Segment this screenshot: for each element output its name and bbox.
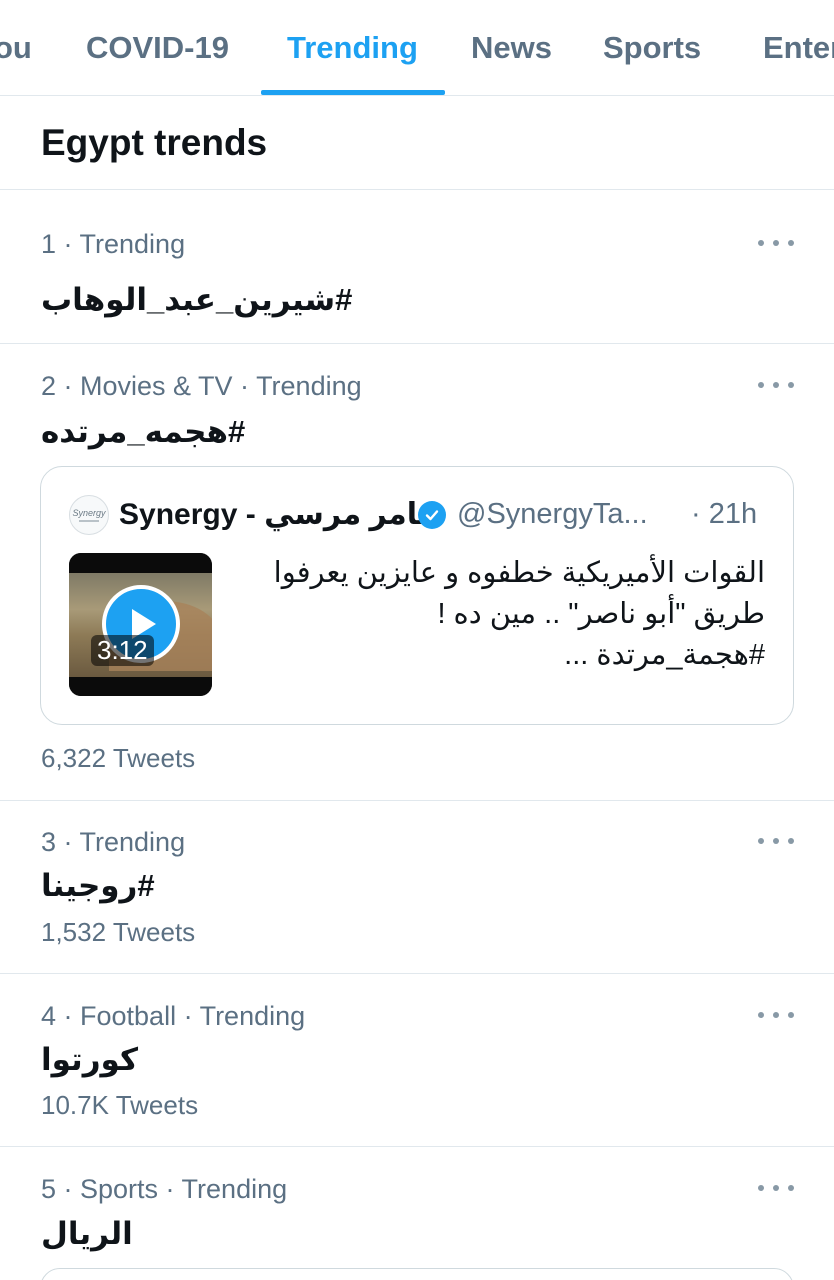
thumbnail-letterbox-bottom	[69, 677, 212, 696]
divider	[0, 1146, 834, 1147]
tweet-text-line: طريق "أبو ناصر" .. مين ده !	[437, 598, 765, 630]
video-duration: 3:12	[91, 635, 154, 666]
divider	[0, 973, 834, 974]
trend-meta: 5 · Sports · Trending	[41, 1174, 288, 1204]
tab-sports[interactable]: Sports	[603, 30, 701, 66]
divider	[0, 189, 834, 190]
active-tab-indicator	[261, 90, 445, 95]
tweet-text-line: القوات الأميريكية خطفوه و عايزين يعرفوا	[273, 557, 765, 589]
avatar-logo-text: Synergy	[72, 508, 106, 518]
tweet-count: 1,532 Tweets	[41, 917, 196, 947]
divider	[0, 343, 834, 344]
trend-meta: 3 · Trending	[41, 827, 186, 857]
tab-covid-19[interactable]: COVID-19	[86, 30, 229, 66]
tab-entertainment[interactable]: Enter	[763, 30, 834, 66]
more-icon[interactable]	[758, 1181, 794, 1195]
more-icon[interactable]	[758, 834, 794, 848]
divider	[0, 800, 834, 801]
trend-meta: 2 · Movies & TV · Trending	[41, 371, 362, 401]
tweet-author-handle[interactable]: @SynergyTa...	[457, 498, 648, 531]
section-title: Egypt trends	[41, 122, 268, 163]
trend-name[interactable]: #روجينا	[41, 868, 155, 904]
tweet-text-line: #هجمة_مرتدة ...	[564, 639, 765, 671]
avatar[interactable]: Synergy	[69, 495, 109, 535]
more-icon[interactable]	[758, 1008, 794, 1022]
tab-news[interactable]: News	[471, 30, 552, 66]
tab-trending[interactable]: Trending	[287, 30, 418, 66]
verified-badge-icon	[418, 501, 446, 529]
video-thumbnail[interactable]: 3:12	[69, 553, 212, 696]
trend-meta: 4 · Football · Trending	[41, 1001, 306, 1031]
tab-for-you[interactable]: ou	[0, 30, 32, 66]
embedded-tweet-card[interactable]	[40, 1268, 794, 1280]
tweet-text: القوات الأميريكية خطفوه و عايزين يعرفوا …	[245, 553, 765, 676]
trend-name[interactable]: الريال	[41, 1216, 133, 1252]
trend-meta: 1 · Trending	[41, 229, 186, 259]
tweet-count: 6,322 Tweets	[41, 743, 196, 773]
trend-name[interactable]: كورتوا	[41, 1042, 138, 1078]
embedded-tweet-card[interactable]: Synergy Synergy - تامر مرسي @SynergyTa..…	[40, 466, 794, 725]
tweet-timestamp: · 21h	[691, 498, 758, 530]
avatar-logo-line	[79, 520, 99, 522]
more-icon[interactable]	[758, 378, 794, 392]
explore-tab-bar: ou COVID-19 Trending News Sports Enter	[0, 0, 834, 96]
more-icon[interactable]	[758, 236, 794, 250]
trend-name[interactable]: #هجمه_مرتده	[41, 414, 245, 450]
thumbnail-letterbox-top	[69, 553, 212, 573]
tweet-count: 10.7K Tweets	[41, 1090, 199, 1120]
trend-name[interactable]: #شيرين_عبد_الوهاب	[41, 282, 352, 318]
tweet-author-name[interactable]: Synergy - تامر مرسي	[119, 497, 429, 532]
